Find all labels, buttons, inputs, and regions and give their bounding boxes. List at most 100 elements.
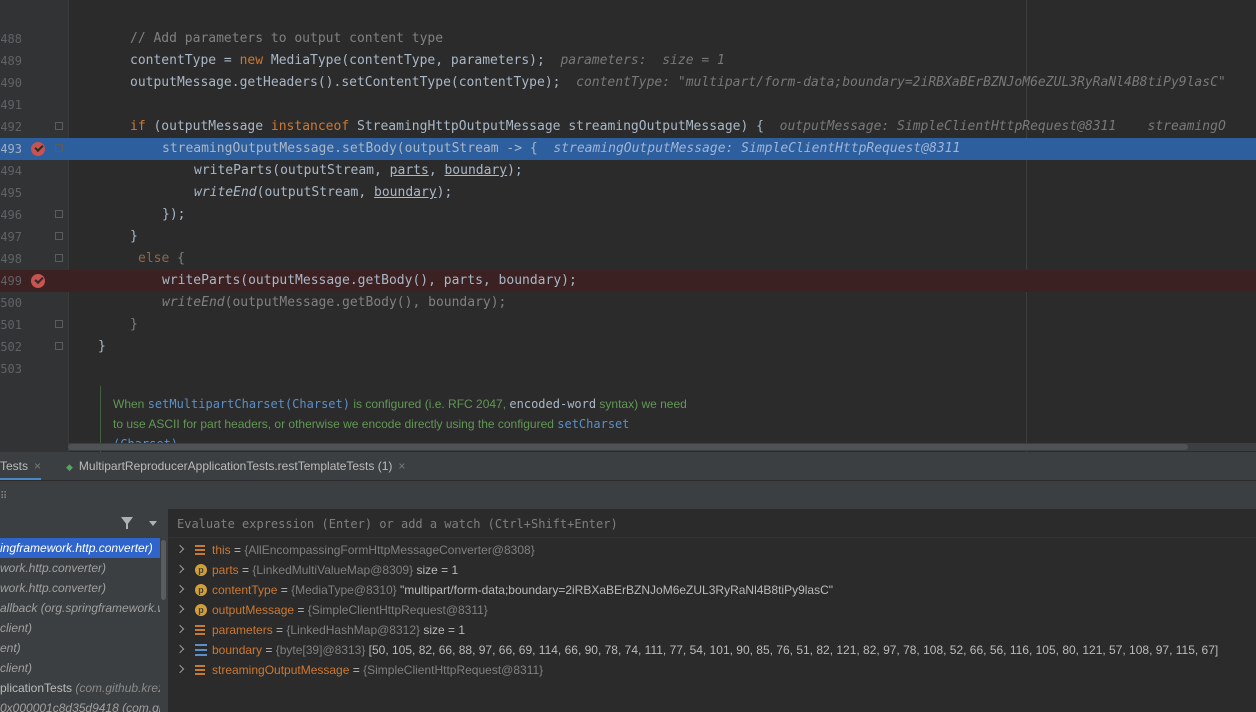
frame-method: work.http.converter) <box>0 581 107 595</box>
evaluate-expression-bar <box>169 509 1256 539</box>
variable-row-parameters[interactable]: parameters = {LinkedHashMap@8312} size =… <box>169 620 1256 640</box>
frame-method: 0x000001c8d35d9418 (com.githu <box>0 701 160 712</box>
code-line-495[interactable]: 495 writeEnd(outputStream, boundary); <box>0 182 1256 204</box>
parameter-icon: p <box>195 604 207 616</box>
variables-tree[interactable]: this = {AllEncompassingFormHttpMessageCo… <box>169 538 1256 712</box>
tab-tests[interactable]: Tests × <box>0 452 42 480</box>
stack-frame[interactable]: ingframework.http.converter) <box>0 538 160 558</box>
line-number: 498 <box>0 252 22 266</box>
close-icon[interactable]: × <box>34 459 41 473</box>
expand-arrow-icon[interactable] <box>175 664 185 674</box>
variable-text: parameters = {LinkedHashMap@8312} size =… <box>212 620 465 640</box>
code-line-497[interactable]: 497 } <box>0 226 1256 248</box>
tab-resttemplate-tests[interactable]: ◆ MultipartReproducerApplicationTests.res… <box>66 452 405 480</box>
line-number: 491 <box>0 98 22 112</box>
frame-method: client) <box>0 621 33 635</box>
variable-row-outputMessage[interactable]: p outputMessage = {SimpleClientHttpReques… <box>169 600 1256 620</box>
line-number: 499 <box>0 274 22 288</box>
frames-list[interactable]: ingframework.http.converter) work.http.co… <box>0 538 168 712</box>
variable-row-boundary[interactable]: boundary = {byte[39]@8313} [50, 105, 82,… <box>169 640 1256 660</box>
variable-row-parts[interactable]: p parts = {LinkedMultiValueMap@8309} size… <box>169 560 1256 580</box>
code-token: contentType = <box>130 53 240 68</box>
line-number: 488 <box>0 32 22 46</box>
stack-frame[interactable]: work.http.converter) <box>0 558 160 578</box>
fold-marker-icon[interactable] <box>55 210 63 218</box>
inline-value-hint: contentType: "multipart/form-data;bounda… <box>576 75 1226 90</box>
code-line-490[interactable]: 490 outputMessage.getHeaders().setConten… <box>0 72 1256 94</box>
stack-frame[interactable]: work.http.converter) <box>0 578 160 598</box>
array-icon <box>195 644 207 656</box>
doc-code-encoded-word: encoded-word <box>509 397 597 411</box>
frames-scrollbar[interactable] <box>160 538 167 712</box>
fold-marker-icon[interactable] <box>55 320 63 328</box>
stack-frame[interactable]: 0x000001c8d35d9418 (com.githu <box>0 698 160 712</box>
code-text: writeParts(outputMessage.getBody(), part… <box>162 273 577 288</box>
parameter-icon: p <box>195 564 207 576</box>
layout-icon[interactable]: ⠿ <box>0 491 7 502</box>
expand-arrow-icon[interactable] <box>175 564 185 574</box>
expand-arrow-icon[interactable] <box>175 544 185 554</box>
scrollbar-thumb[interactable] <box>68 444 1188 450</box>
variable-row-contentType[interactable]: p contentType = {MediaType@8310} "multipa… <box>169 580 1256 600</box>
variable-text: this = {AllEncompassingFormHttpMessageCo… <box>212 540 535 560</box>
doc-link-setMultipartCharset[interactable]: setMultipartCharset(Charset) <box>148 397 350 411</box>
code-token: (outputMessage.getBody(), boundary); <box>224 295 507 310</box>
code-line-499-breakpoint[interactable]: 499 writeParts(outputMessage.getBody(), … <box>0 270 1256 292</box>
stack-frame[interactable]: ent) <box>0 638 160 658</box>
fold-marker-icon[interactable] <box>55 342 63 350</box>
filter-icon[interactable] <box>121 517 133 529</box>
expand-arrow-icon[interactable] <box>175 584 185 594</box>
expand-arrow-icon[interactable] <box>175 644 185 654</box>
fold-marker-icon[interactable] <box>55 144 63 152</box>
variable-type: {SimpleClientHttpRequest@8311} <box>363 663 544 677</box>
expand-arrow-icon[interactable] <box>175 604 185 614</box>
code-text: contentType = new MediaType(contentType,… <box>130 50 725 72</box>
code-line-488[interactable]: 488 // Add parameters to output content … <box>0 28 1256 50</box>
breakpoint-icon[interactable] <box>31 142 45 156</box>
tab-label: MultipartReproducerApplicationTests.rest… <box>78 459 393 473</box>
variable-name: parameters <box>212 623 273 637</box>
code-line-493-current[interactable]: 493 streamingOutputMessage.setBody(outpu… <box>0 138 1256 160</box>
code-token: StreamingHttpOutputMessage streamingOutp… <box>349 119 764 134</box>
fold-marker-icon[interactable] <box>55 122 63 130</box>
code-line-503[interactable]: 503 <box>0 358 1256 380</box>
doc-line-1: When setMultipartCharset(Charset) is con… <box>113 394 687 414</box>
line-number: 495 <box>0 186 22 200</box>
variable-value: "multipart/form-data;boundary=2iRBXaBErB… <box>396 583 834 597</box>
evaluate-expression-input[interactable] <box>169 509 1256 539</box>
code-line-491[interactable]: 491 <box>0 94 1256 116</box>
stack-frame[interactable]: client) <box>0 618 160 638</box>
breakpoint-icon[interactable] <box>31 274 45 288</box>
stack-frame[interactable]: client) <box>0 658 160 678</box>
chevron-down-icon[interactable] <box>149 521 157 526</box>
equals-sign: = <box>349 663 364 677</box>
code-line-489[interactable]: 489 contentType = new MediaType(contentT… <box>0 50 1256 72</box>
fold-marker-icon[interactable] <box>55 232 63 240</box>
inline-value-hint: outputMessage: SimpleClientHttpRequest@8… <box>779 119 1226 134</box>
code-token: writeParts(outputStream, <box>194 163 390 178</box>
code-token: , <box>428 163 445 178</box>
code-editor[interactable]: 488 // Add parameters to output content … <box>0 0 1256 452</box>
code-line-494[interactable]: 494 writeParts(outputStream, parts, boun… <box>0 160 1256 182</box>
editor-horizontal-scrollbar[interactable] <box>68 443 1256 451</box>
code-line-492[interactable]: 492 if (outputMessage instanceof Streami… <box>0 116 1256 138</box>
variable-row-streamingOutputMessage[interactable]: streamingOutputMessage = {SimpleClientHt… <box>169 660 1256 680</box>
close-icon[interactable]: × <box>398 459 405 473</box>
code-line-487[interactable] <box>0 0 1256 16</box>
equals-sign: = <box>238 563 253 577</box>
code-line-500[interactable]: 500 writeEnd(outputMessage.getBody(), bo… <box>0 292 1256 314</box>
scrollbar-thumb[interactable] <box>161 540 166 600</box>
doc-link-setCharset[interactable]: setCharset <box>557 417 629 431</box>
code-line-502[interactable]: 502 } <box>0 336 1256 358</box>
stack-frame[interactable]: allback (org.springframework.we <box>0 598 160 618</box>
expand-arrow-icon[interactable] <box>175 624 185 634</box>
variable-type: {MediaType@8310} <box>291 583 397 597</box>
fold-marker-icon[interactable] <box>55 254 63 262</box>
code-line-496[interactable]: 496 }); <box>0 204 1256 226</box>
frame-method: client) <box>0 661 33 675</box>
code-line-498[interactable]: 498 else { <box>0 248 1256 270</box>
code-line-501[interactable]: 501 } <box>0 314 1256 336</box>
variable-row-this[interactable]: this = {AllEncompassingFormHttpMessageCo… <box>169 540 1256 560</box>
field-icon <box>195 665 205 675</box>
stack-frame[interactable]: plicationTests (com.github.krez <box>0 678 160 698</box>
